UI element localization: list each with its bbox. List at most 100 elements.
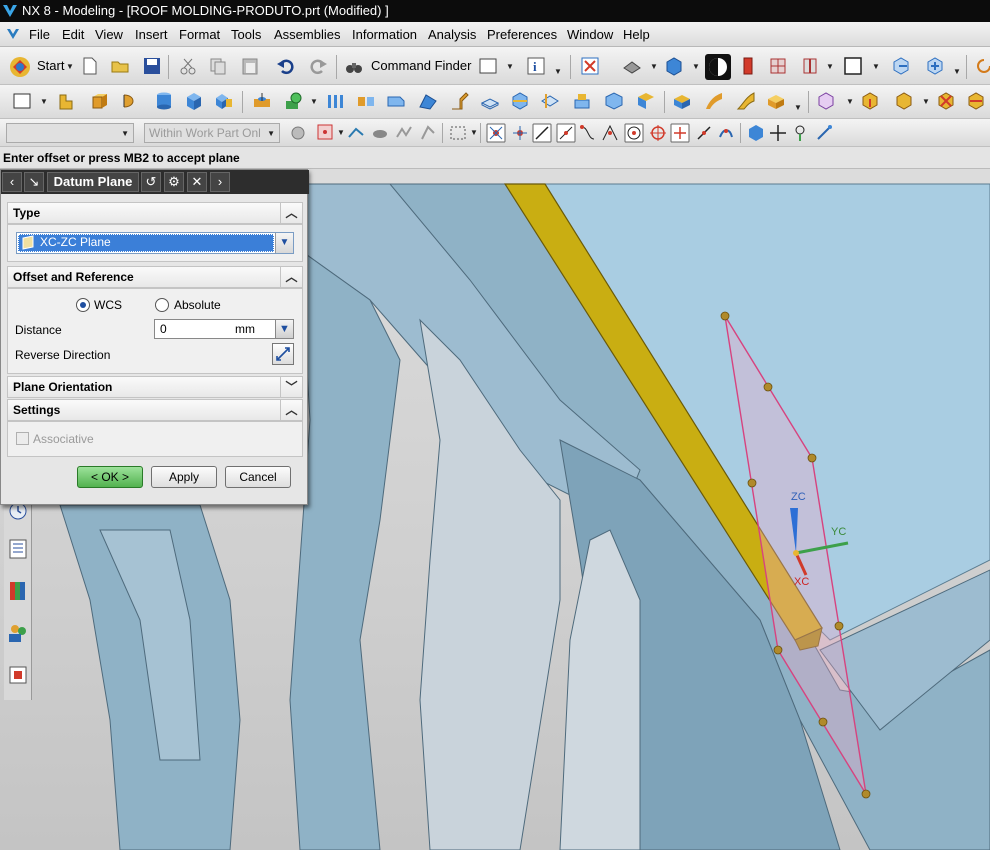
- snap-point-icon[interactable]: [316, 123, 336, 143]
- snap-intersection-icon[interactable]: [600, 123, 620, 143]
- block-icon[interactable]: [184, 91, 204, 111]
- sew-icon[interactable]: [636, 91, 656, 111]
- chevron-up-icon[interactable]: ︿: [280, 399, 302, 421]
- dialog-reset-icon[interactable]: ↺: [141, 172, 161, 192]
- selection-filter-icon[interactable]: [288, 123, 308, 143]
- dialog-forward-icon[interactable]: ›: [210, 172, 230, 192]
- wcs-radio[interactable]: [76, 298, 90, 312]
- view-orientation-icon[interactable]: [622, 56, 642, 76]
- reverse-direction-button[interactable]: [272, 343, 294, 365]
- swept-icon[interactable]: [736, 91, 756, 111]
- start-icon[interactable]: [8, 55, 32, 79]
- orientation-section-header[interactable]: Plane Orientation ﹀: [7, 376, 303, 398]
- shell-icon[interactable]: [480, 91, 500, 111]
- select-dropdown-icon[interactable]: ▼: [470, 128, 478, 137]
- revolve-icon[interactable]: [120, 91, 140, 111]
- command-finder-button[interactable]: Command Finder: [371, 58, 471, 73]
- render-dropdown-icon[interactable]: ▼: [692, 62, 700, 71]
- remove-parameters-icon[interactable]: [966, 91, 986, 111]
- snap-point-on-curve-icon[interactable]: [670, 123, 690, 143]
- apply-button[interactable]: Apply: [151, 466, 217, 488]
- menu-tools[interactable]: Tools: [231, 27, 261, 42]
- feature-dropdown-icon[interactable]: ▼: [310, 97, 318, 106]
- roles-palette-icon[interactable]: [7, 580, 29, 602]
- dialog-select-icon[interactable]: ↘: [24, 172, 44, 192]
- face-rule-icon[interactable]: [370, 123, 390, 143]
- absolute-radio[interactable]: [155, 298, 169, 312]
- snap-arc-center-icon[interactable]: [624, 123, 644, 143]
- feature-rule-icon[interactable]: [394, 123, 414, 143]
- body-rule-icon[interactable]: [418, 123, 438, 143]
- chevron-down-icon[interactable]: ▼: [275, 233, 293, 253]
- pattern-icon[interactable]: [326, 91, 346, 111]
- window-menu-icon[interactable]: [6, 27, 20, 41]
- rectangle-select-icon[interactable]: [448, 123, 468, 143]
- snap-bounded-icon[interactable]: [716, 123, 736, 143]
- cylinder-icon[interactable]: [154, 91, 174, 111]
- menu-preferences[interactable]: Preferences: [487, 27, 557, 42]
- information-icon[interactable]: i: [526, 56, 546, 76]
- dialog-back-icon[interactable]: ‹: [2, 172, 22, 192]
- offset-section-header[interactable]: Offset and Reference ︿: [7, 266, 303, 288]
- type-filter-dropdown[interactable]: ▼: [6, 123, 134, 143]
- chevron-up-icon[interactable]: ︿: [280, 266, 302, 288]
- undo-icon[interactable]: [276, 56, 296, 76]
- settings-section-header[interactable]: Settings ︿: [7, 399, 303, 421]
- copy-icon[interactable]: [208, 56, 228, 76]
- refresh-icon[interactable]: [974, 56, 990, 76]
- snap-quadrant-icon[interactable]: [648, 123, 668, 143]
- chevron-down-icon[interactable]: ﹀: [280, 376, 302, 398]
- snap-existing-icon[interactable]: [510, 123, 530, 143]
- mirror-icon[interactable]: [356, 91, 376, 111]
- roles-icon[interactable]: [7, 622, 29, 644]
- wave-link-icon[interactable]: [816, 91, 836, 111]
- menu-analysis[interactable]: Analysis: [428, 27, 476, 42]
- rotate-view-icon[interactable]: [705, 54, 731, 80]
- section-view-icon[interactable]: [738, 56, 758, 76]
- curve-rule-icon[interactable]: [346, 123, 366, 143]
- menu-window[interactable]: Window: [567, 27, 613, 42]
- snap-all-icon[interactable]: [486, 123, 506, 143]
- sketch-plane-dropdown-icon[interactable]: ▼: [40, 97, 48, 106]
- shaded-view-icon[interactable]: [664, 56, 684, 76]
- offset-face-icon[interactable]: [572, 91, 592, 111]
- start-dropdown-icon[interactable]: ▼: [66, 62, 74, 71]
- hole-icon[interactable]: [252, 91, 272, 111]
- measure-body-icon[interactable]: [860, 91, 880, 111]
- datum-icon[interactable]: [58, 91, 78, 111]
- trim-body-icon[interactable]: [510, 91, 530, 111]
- section-dropdown-icon[interactable]: ▼: [826, 62, 834, 71]
- distance-field[interactable]: 0 mm ▼: [154, 319, 294, 339]
- face-blend-icon[interactable]: [672, 91, 692, 111]
- selection-scope-dropdown[interactable]: Within Work Part Onl ▼: [144, 123, 280, 143]
- ok-button[interactable]: < OK >: [77, 466, 143, 488]
- edit-section-icon[interactable]: [800, 56, 820, 76]
- wcs-dynamics-icon[interactable]: [790, 123, 810, 143]
- menu-format[interactable]: Format: [179, 27, 220, 42]
- distance-menu-icon[interactable]: ▼: [275, 320, 293, 338]
- edge-blend-icon[interactable]: [418, 91, 438, 111]
- split-body-icon[interactable]: [540, 91, 560, 111]
- info-dropdown-icon[interactable]: ▼: [554, 67, 562, 76]
- move-component-icon[interactable]: [891, 56, 911, 76]
- menu-edit[interactable]: Edit: [62, 27, 84, 42]
- background-icon[interactable]: [843, 56, 863, 76]
- menu-assemblies[interactable]: Assemblies: [274, 27, 340, 42]
- start-button[interactable]: Start: [37, 58, 64, 73]
- menu-view[interactable]: View: [95, 27, 123, 42]
- snap-on-face-icon[interactable]: [694, 123, 714, 143]
- boss-icon[interactable]: [284, 91, 304, 111]
- fit-view-icon[interactable]: [580, 56, 600, 76]
- type-select[interactable]: XC-ZC Plane ▼: [16, 232, 294, 254]
- surface-dropdown-icon[interactable]: ▼: [794, 103, 802, 112]
- clip-view-icon[interactable]: [768, 56, 788, 76]
- cut-icon[interactable]: [178, 56, 198, 76]
- menu-insert[interactable]: Insert: [135, 27, 168, 42]
- sketch-icon[interactable]: [478, 56, 498, 76]
- sketch-dropdown-icon[interactable]: ▼: [506, 62, 514, 71]
- background-dropdown-icon[interactable]: ▼: [872, 62, 880, 71]
- open-folder-icon[interactable]: [110, 56, 130, 76]
- assembly-dropdown-icon[interactable]: ▼: [953, 67, 961, 76]
- snap-endpoint-icon[interactable]: [532, 123, 552, 143]
- studio-surface-icon[interactable]: [766, 91, 786, 111]
